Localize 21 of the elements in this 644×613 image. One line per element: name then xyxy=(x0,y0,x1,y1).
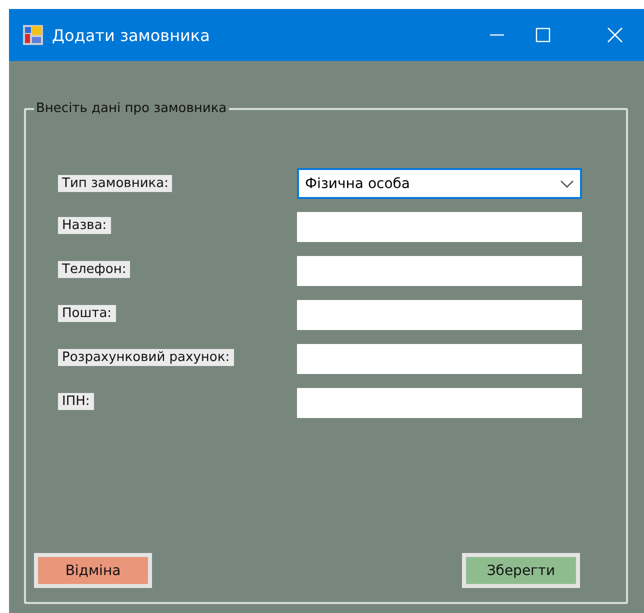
dropdown[interactable]: Фізична особа xyxy=(297,168,582,199)
field-label: Назва: xyxy=(58,217,111,234)
chevron-down-icon xyxy=(560,180,574,188)
group-title: Внесіть дані про замовника xyxy=(35,101,228,116)
maximize-icon xyxy=(534,26,552,44)
field-label: Тип замовника: xyxy=(58,175,172,192)
input-field[interactable] xyxy=(297,344,582,374)
minimize-icon xyxy=(490,34,504,36)
input-field[interactable] xyxy=(297,300,582,330)
cancel-button[interactable]: Відміна xyxy=(34,553,152,588)
window-title: Додати замовника xyxy=(52,26,211,44)
field-label: ІПН: xyxy=(58,393,94,410)
input-field[interactable] xyxy=(297,388,582,418)
field-label: Розрахунковий рахунок: xyxy=(58,349,234,366)
input-field[interactable] xyxy=(297,212,582,242)
field-label: Телефон: xyxy=(58,261,130,278)
input-field[interactable] xyxy=(297,256,582,286)
save-button[interactable]: Зберегти xyxy=(462,553,580,588)
field-label: Пошта: xyxy=(58,305,116,322)
app-icon xyxy=(22,24,44,46)
close-icon xyxy=(606,26,624,44)
